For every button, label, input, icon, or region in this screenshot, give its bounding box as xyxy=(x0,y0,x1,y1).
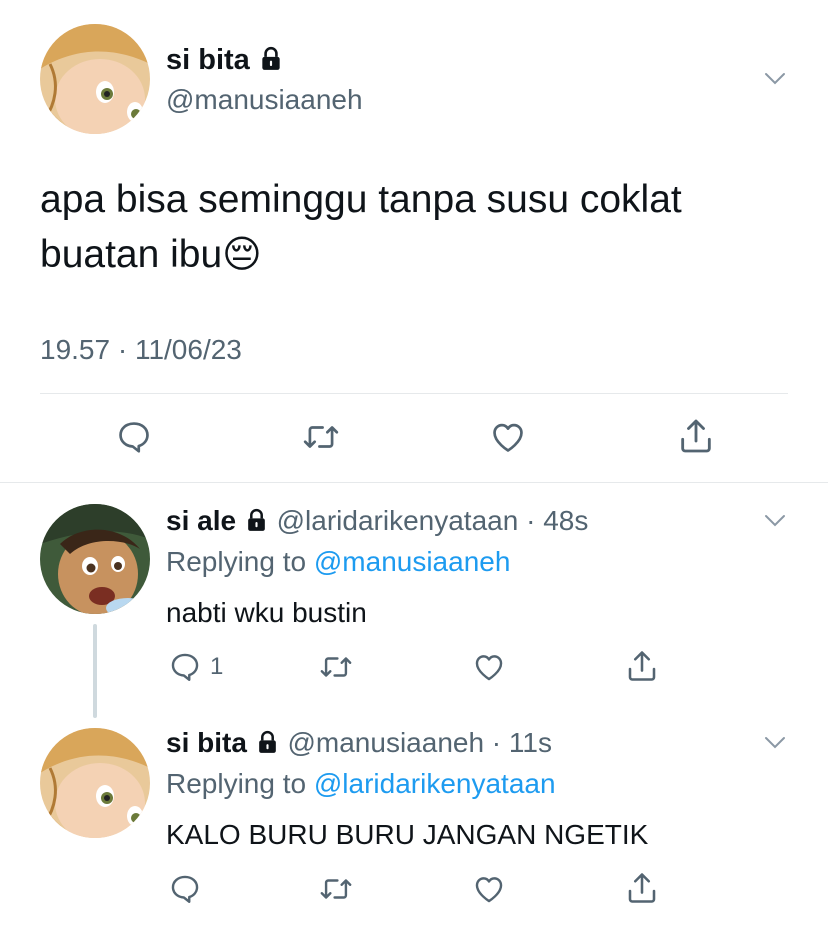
reply-1-reply-count: 1 xyxy=(210,653,224,680)
lock-icon xyxy=(258,45,284,81)
share-icon xyxy=(628,651,656,681)
replying-to-link[interactable]: @manusiaaneh xyxy=(314,546,511,577)
reply-1-text: nabti wku bustin xyxy=(166,597,367,628)
main-tweet-handle[interactable]: @manusiaaneh xyxy=(166,82,363,118)
replying-to-link[interactable]: @laridarikenyataan xyxy=(314,768,556,799)
retweet-icon xyxy=(303,426,339,448)
main-reply-button[interactable] xyxy=(115,418,153,461)
reply-1-avatar[interactable] xyxy=(40,504,150,614)
reply-2-reply-button[interactable] xyxy=(168,872,202,911)
reply-1-retweet-button[interactable] xyxy=(318,650,354,689)
retweet-icon xyxy=(320,657,352,677)
main-tweet-text-line2: buatan ibu😔 xyxy=(40,227,800,283)
reply-2-display-name[interactable]: si bita xyxy=(166,727,247,758)
share-icon xyxy=(628,873,656,903)
separator-dot: · xyxy=(518,505,544,536)
replying-to-label: Replying to xyxy=(166,546,307,577)
main-tweet-text-line1: apa bisa seminggu tanpa susu coklat xyxy=(40,178,682,221)
chevron-down-icon[interactable] xyxy=(764,72,786,91)
replying-to-label: Replying to xyxy=(166,768,307,799)
lock-icon xyxy=(255,729,280,763)
retweet-icon xyxy=(320,879,352,899)
section-divider xyxy=(0,482,828,483)
thread-line xyxy=(93,624,97,718)
reply-2-avatar[interactable] xyxy=(40,728,150,838)
separator-dot: · xyxy=(484,727,509,758)
main-like-button[interactable] xyxy=(488,418,528,461)
pensive-face-emoji: 😔 xyxy=(222,234,262,276)
main-tweet-text-line2-words: buatan ibu xyxy=(40,233,223,276)
reply-1-handle[interactable]: @laridarikenyataan xyxy=(277,505,519,536)
reply-2-text: KALO BURU BURU JANGAN NGETIK xyxy=(166,819,649,850)
reply-icon xyxy=(171,875,199,903)
share-icon xyxy=(681,419,711,453)
like-icon xyxy=(475,655,503,681)
chevron-down-icon[interactable] xyxy=(764,514,786,533)
chevron-down-icon[interactable] xyxy=(764,736,786,755)
reply-1-display-name[interactable]: si ale xyxy=(166,505,236,536)
reply-1-like-button[interactable] xyxy=(471,650,507,689)
main-share-button[interactable] xyxy=(676,416,716,461)
divider xyxy=(40,393,788,394)
reply-2-time[interactable]: 11s xyxy=(509,727,552,758)
main-tweet-timestamp[interactable]: 19.57 · 11/06/23 xyxy=(40,332,242,368)
reply-2-like-button[interactable] xyxy=(471,872,507,911)
like-icon xyxy=(493,423,523,452)
lock-icon xyxy=(244,507,269,541)
like-icon xyxy=(475,877,503,903)
reply-icon xyxy=(119,422,149,453)
reply-1-reply-button[interactable]: 1 xyxy=(168,650,223,684)
main-retweet-button[interactable] xyxy=(301,418,341,461)
main-tweet-avatar[interactable] xyxy=(40,24,150,134)
main-tweet-text: apa bisa seminggu tanpa susu coklat buat… xyxy=(40,172,800,283)
reply-2-retweet-button[interactable] xyxy=(318,872,354,911)
main-tweet-display-name[interactable]: si bita xyxy=(166,44,250,76)
reply-icon xyxy=(171,653,199,681)
reply-2-handle[interactable]: @manusiaaneh xyxy=(287,727,484,758)
reply-1-share-button[interactable] xyxy=(624,648,660,689)
reply-2-share-button[interactable] xyxy=(624,870,660,911)
reply-1-time[interactable]: 48s xyxy=(543,505,588,536)
